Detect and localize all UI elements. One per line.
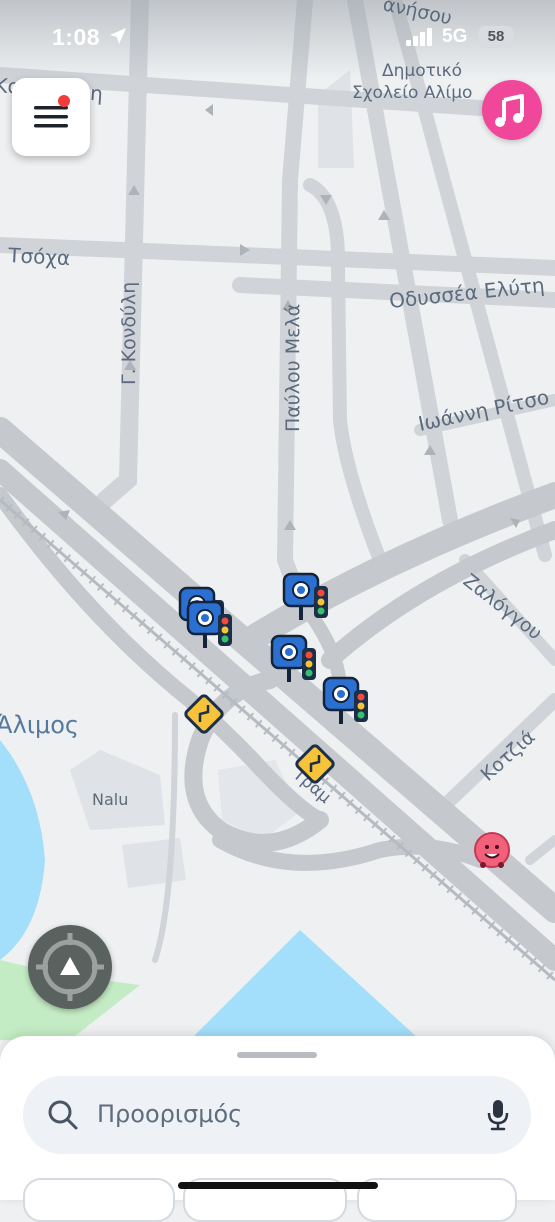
- microphone-icon[interactable]: [485, 1098, 511, 1132]
- street-label-kotsia: Κοτζιά: [477, 726, 540, 786]
- music-button[interactable]: [482, 80, 542, 140]
- building-block: [122, 838, 186, 888]
- recenter-button[interactable]: [28, 925, 112, 1009]
- place-label-school-2: Σχολείο Αλίμο: [352, 83, 472, 103]
- water-area-sea: [190, 930, 420, 1040]
- street-label-tsocha: Τσόχα: [7, 243, 71, 270]
- street-label-ioanni-ritsou: Ιωάννη Ρίτσο: [416, 385, 551, 436]
- shortcut-chip[interactable]: [357, 1178, 517, 1222]
- shortcut-chip[interactable]: [23, 1178, 175, 1222]
- search-icon: [48, 1100, 78, 1130]
- network-type: 5G: [442, 26, 468, 47]
- wazer-marker[interactable]: [474, 832, 510, 868]
- place-label-alimos: Άλιμος: [0, 711, 79, 739]
- street-label-pavlou-mela: Παύλου Μελά: [282, 304, 304, 432]
- status-time: 1:08: [52, 24, 101, 50]
- home-indicator[interactable]: [178, 1182, 378, 1189]
- hamburger-menu-icon: [34, 106, 68, 128]
- search-bar[interactable]: Προορισμός: [23, 1076, 531, 1154]
- status-bar: 1:08 5G 58: [0, 0, 555, 74]
- search-placeholder: Προορισμός: [97, 1100, 243, 1128]
- recenter-crosshair-icon: [36, 933, 104, 1001]
- menu-button[interactable]: [12, 78, 90, 156]
- cellular-signal-icon: [406, 28, 432, 46]
- notification-dot: [58, 95, 70, 107]
- building-block: [318, 70, 354, 168]
- music-note-icon: [495, 94, 524, 127]
- battery-indicator: 58: [478, 26, 514, 48]
- bottom-sheet[interactable]: Προορισμός: [0, 1036, 555, 1222]
- sheet-grabber[interactable]: [237, 1052, 317, 1058]
- map-canvas[interactable]: Κο λη ανήσου Τσόχα Γ. Κονδύλη Παύλου Μελ…: [0, 0, 555, 1200]
- place-label-nalu: Nalu: [92, 790, 128, 809]
- location-arrow-icon: [110, 28, 126, 44]
- street-label-kondyli: Γ. Κονδύλη: [118, 282, 140, 385]
- street-label-zalongou: Ζαλόγγου: [459, 570, 546, 645]
